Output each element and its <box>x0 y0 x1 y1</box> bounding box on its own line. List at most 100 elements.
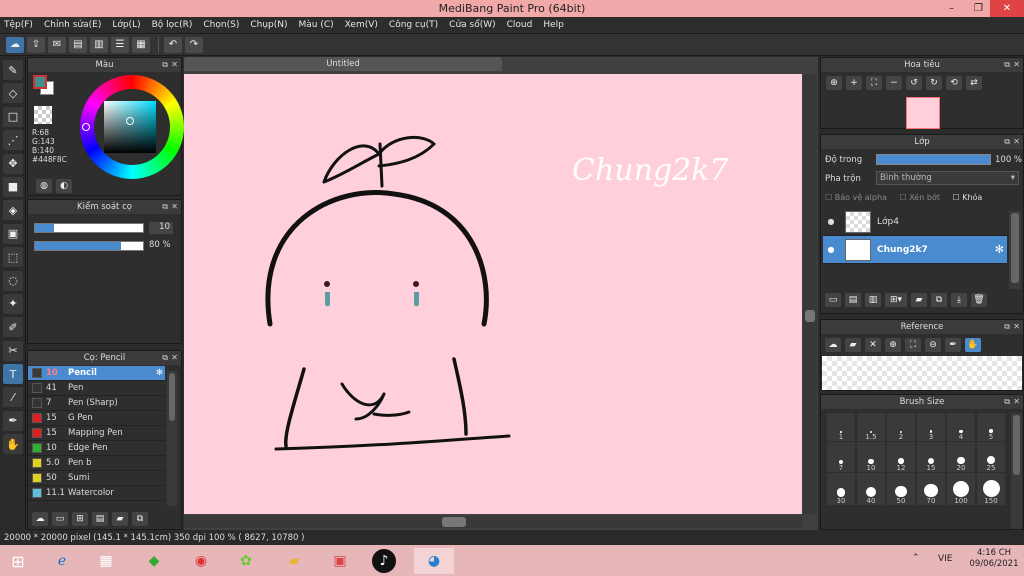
reference-fit-icon[interactable]: ⛶ <box>905 338 921 352</box>
layer-item[interactable]: ● Chung2k7 ✻ <box>823 236 1007 264</box>
menu-tools[interactable]: Công cụ(T) <box>389 20 438 30</box>
new-brush-icon[interactable]: ▭ <box>52 512 68 526</box>
dropper-tool-icon[interactable]: ✒ <box>3 410 23 431</box>
zoom-out-icon[interactable]: − <box>886 76 902 90</box>
zoom-in-icon[interactable]: + <box>846 76 862 90</box>
close-icon[interactable]: ✕ <box>171 200 178 214</box>
detach-icon[interactable]: ⧉ <box>1004 135 1010 149</box>
lock-checkbox[interactable]: ☐ <box>953 193 963 202</box>
opacity-slider[interactable] <box>34 241 144 251</box>
add-brush-icon[interactable]: ⊞ <box>72 512 88 526</box>
brush-size-option[interactable]: 150 <box>977 473 1005 505</box>
taskbar-clock[interactable]: 4:16 CH 09/06/2021 <box>964 548 1024 570</box>
brush-size-option[interactable]: 3 <box>917 413 945 441</box>
language-indicator[interactable]: VIE <box>938 554 953 564</box>
canvas-vertical-scrollbar[interactable] <box>803 74 817 514</box>
gradient-tool-icon[interactable]: ▣ <box>3 223 23 244</box>
select-pen-tool-icon[interactable]: ✐ <box>3 317 23 338</box>
new-8bit-layer-icon[interactable]: ▥ <box>865 293 881 307</box>
reference-hand-icon[interactable]: ✋ <box>965 338 981 352</box>
fit-icon[interactable]: ⛶ <box>866 76 882 90</box>
navigator-thumbnail[interactable] <box>906 97 940 129</box>
trash-icon[interactable]: 🗑 <box>971 293 987 307</box>
minimize-button[interactable]: – <box>938 0 965 17</box>
brush-size-option[interactable]: 40 <box>857 473 885 505</box>
undo-icon[interactable]: ↶ <box>164 36 182 53</box>
chrome-icon[interactable]: ◉ <box>187 548 215 574</box>
menu-select[interactable]: Chọn(S) <box>203 20 239 30</box>
magic-wand-tool-icon[interactable]: ✦ <box>3 293 23 314</box>
brush-size-option[interactable]: 12 <box>887 442 915 472</box>
brush-size-option[interactable]: 100 <box>947 473 975 505</box>
brush-size-option[interactable]: 4 <box>947 413 975 441</box>
color-settings-icon[interactable]: ◐ <box>56 179 72 193</box>
merge-layer-icon[interactable]: ⤓ <box>951 293 967 307</box>
close-icon[interactable]: ✕ <box>171 58 178 72</box>
eraser-tool-icon[interactable]: ◇ <box>3 83 23 104</box>
duplicate-icon[interactable]: ⧉ <box>132 512 148 526</box>
brush-item[interactable]: 50 Sumi <box>28 471 165 486</box>
menu-window[interactable]: Cửa sổ(W) <box>449 20 495 30</box>
gear-icon[interactable]: ✻ <box>995 243 1004 256</box>
taskbar-tray-arrow-icon[interactable]: ⌃ <box>912 553 920 563</box>
tiktok-icon[interactable]: ♪ <box>372 549 396 573</box>
brush-item[interactable]: 10 Edge Pen <box>28 441 165 456</box>
internet-explorer-icon[interactable]: ℯ <box>48 548 76 574</box>
windows-start-icon[interactable]: ⊞ <box>4 548 32 574</box>
close-icon[interactable]: ✕ <box>1013 58 1020 72</box>
foreground-color-swatch[interactable] <box>33 75 47 89</box>
reset-icon[interactable]: ⟲ <box>946 76 962 90</box>
duplicate-layer-icon[interactable]: ⧉ <box>931 293 947 307</box>
folder-icon[interactable]: ▰ <box>112 512 128 526</box>
blend-mode-select[interactable]: Bình thường ▾ <box>876 171 1019 185</box>
apps-grid-icon[interactable]: ▦ <box>92 548 120 574</box>
message-icon[interactable]: ▤ <box>69 36 87 53</box>
brush-size-option[interactable]: 1 <box>827 413 855 441</box>
hue-handle[interactable] <box>82 123 90 131</box>
brush-tool-icon[interactable]: ✎ <box>3 60 23 80</box>
text-tool-icon[interactable]: T <box>3 364 23 385</box>
reference-zoom-out-icon[interactable]: ⊖ <box>925 338 941 352</box>
close-button[interactable]: ✕ <box>990 0 1024 17</box>
menu-color[interactable]: Màu (C) <box>299 20 334 30</box>
file-explorer-icon[interactable]: ▰ <box>280 548 308 574</box>
list-icon[interactable]: ☰ <box>111 36 129 53</box>
bluestacks-icon[interactable]: ◆ <box>140 548 168 574</box>
select-eraser-tool-icon[interactable]: ✂ <box>3 340 23 361</box>
close-icon[interactable]: ✕ <box>171 351 178 365</box>
hand-tool-icon[interactable]: ✋ <box>3 434 23 455</box>
detach-icon[interactable]: ⧉ <box>1004 320 1010 334</box>
copy-brush-icon[interactable]: ▤ <box>92 512 108 526</box>
cloud-brush-icon[interactable]: ☁ <box>32 512 48 526</box>
page-icon[interactable]: ▥ <box>90 36 108 53</box>
canvas-horizontal-scrollbar[interactable] <box>184 516 802 528</box>
brush-size-option[interactable]: 70 <box>917 473 945 505</box>
fill-rect-tool-icon[interactable]: ■ <box>3 176 23 197</box>
brush-size-option[interactable]: 25 <box>977 442 1005 472</box>
brush-item[interactable]: 10 Pencil ✻ <box>28 366 165 381</box>
maximize-button[interactable]: ❐ <box>965 0 992 17</box>
rotate-right-icon[interactable]: ↻ <box>926 76 942 90</box>
menu-edit[interactable]: Chỉnh sửa(E) <box>44 20 101 30</box>
zoom-icon[interactable]: ⊕ <box>826 76 842 90</box>
layer-scrollbar[interactable] <box>1009 211 1021 289</box>
remove-reference-icon[interactable]: ✕ <box>865 338 881 352</box>
coccoc-icon[interactable]: ✿ <box>232 548 260 574</box>
cloud-icon[interactable]: ☁ <box>6 36 24 53</box>
document-tab[interactable]: Untitled <box>184 57 502 71</box>
brush-list-scrollbar[interactable] <box>167 371 177 506</box>
layer-opacity-slider[interactable] <box>876 154 991 165</box>
brush-size-option[interactable]: 30 <box>827 473 855 505</box>
brush-size-option[interactable]: 50 <box>887 473 915 505</box>
brush-size-option[interactable]: 15 <box>917 442 945 472</box>
rotate-left-icon[interactable]: ↺ <box>906 76 922 90</box>
reference-zoom-in-icon[interactable]: ⊕ <box>885 338 901 352</box>
color-picker-handle[interactable] <box>126 117 134 125</box>
brush-size-option[interactable]: 5 <box>977 413 1005 441</box>
powerpoint-icon[interactable]: ▣ <box>326 548 354 574</box>
visibility-icon[interactable]: ● <box>823 217 839 226</box>
visibility-icon[interactable]: ● <box>823 245 839 254</box>
select-rect-tool-icon[interactable]: ⬚ <box>3 247 23 268</box>
brush-item[interactable]: 5.0 Pen b <box>28 456 165 471</box>
brush-item[interactable]: 15 Mapping Pen <box>28 426 165 441</box>
